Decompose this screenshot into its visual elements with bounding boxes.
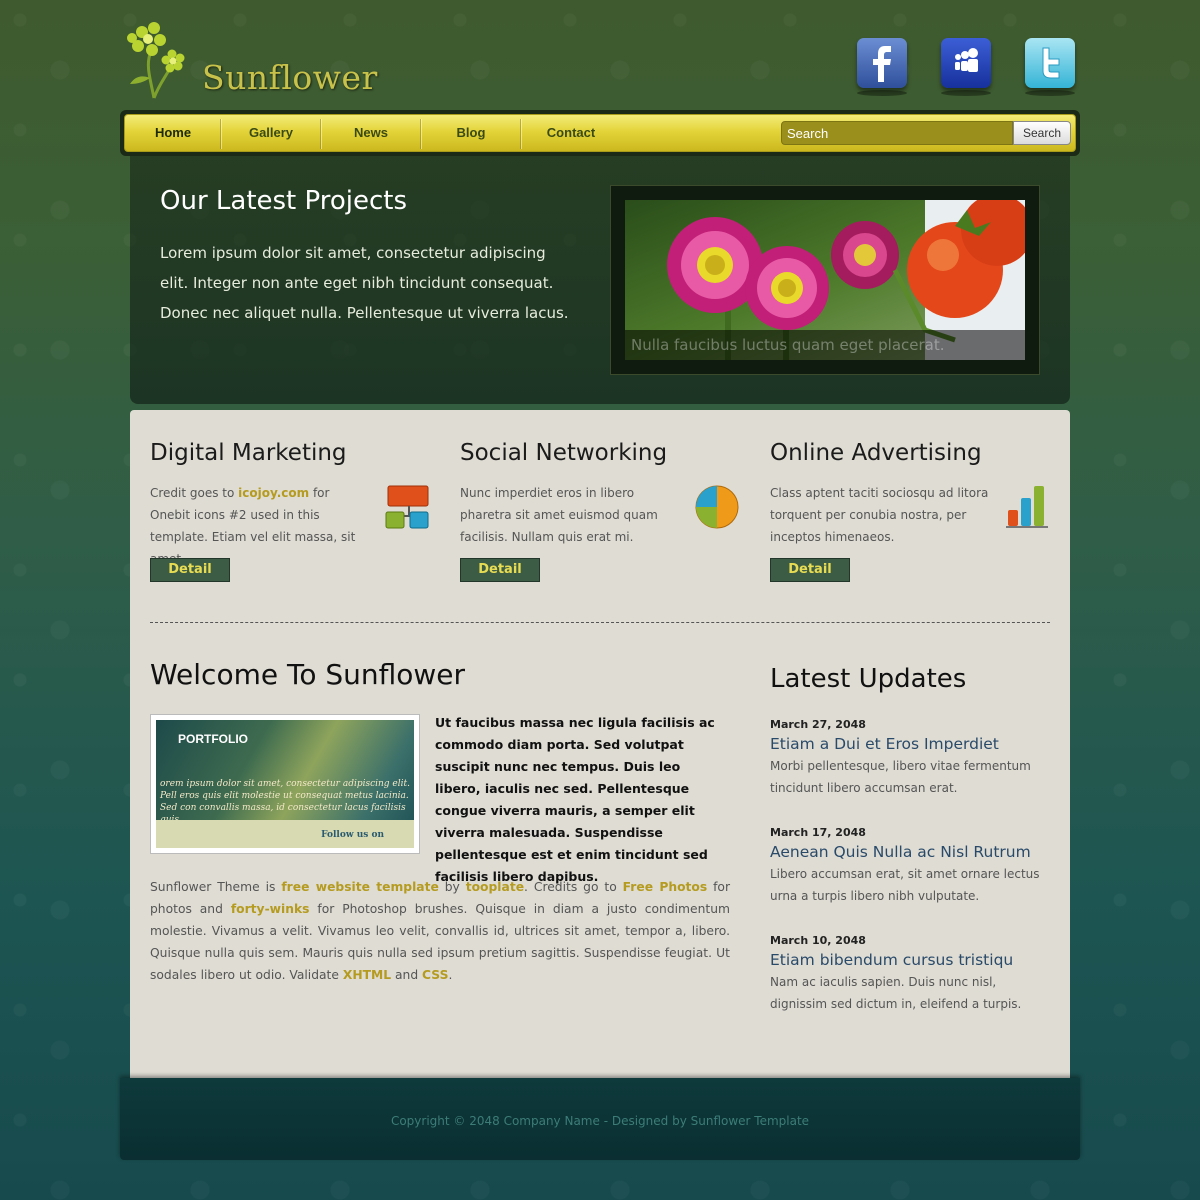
service-text: Nunc imperdiet eros in libero pharetra s… (460, 486, 658, 544)
update-date: March 10, 2048 (770, 934, 866, 947)
update-date: March 17, 2048 (770, 826, 866, 839)
service-text: Credit goes to icojoy.com for Onebit ico… (150, 486, 356, 566)
main-navigation: Home Gallery News Blog Contact Search (120, 110, 1080, 156)
portfolio-title: PORTFOLIO (178, 732, 248, 746)
hero-caption: Nulla faucibus luctus quam eget placerat… (625, 330, 1025, 360)
update-headline-link[interactable]: Aenean Quis Nulla ac Nisl Rutrum (770, 843, 1050, 861)
hero-title: Our Latest Projects (160, 186, 408, 216)
portfolio-follow-text: Follow us on (321, 830, 384, 840)
myspace-icon (955, 48, 978, 72)
site-footer: Copyright © 2048 Company Name - Designed… (120, 1078, 1080, 1160)
hero-text: Lorem ipsum dolor sit amet, consectetur … (160, 244, 569, 322)
service-digital-marketing: Digital Marketing Credit goes to icojoy.… (150, 440, 440, 590)
service-title: Social Networking (460, 440, 668, 466)
detail-button[interactable]: Detail (460, 558, 540, 582)
update-summary: Nam ac iaculis sapien. Duis nunc nisl, d… (770, 975, 1022, 1011)
service-social-networking: Social Networking Nunc imperdiet eros in… (460, 440, 750, 590)
nav-item-contact[interactable]: Contact (521, 115, 621, 151)
tooplate-link[interactable]: tooplate (466, 880, 524, 894)
update-date: March 27, 2048 (770, 718, 866, 731)
free-website-template-link[interactable]: free website template (281, 880, 438, 894)
main-content: Digital Marketing Credit goes to icojoy.… (130, 410, 1070, 1082)
twitter-link[interactable] (1025, 38, 1077, 96)
search-button[interactable]: Search (1013, 121, 1071, 145)
update-item: March 27, 2048 Etiam a Dui et Eros Imper… (770, 718, 1050, 799)
css-link[interactable]: CSS (422, 968, 448, 982)
service-text: Class aptent taciti sociosqu ad litora t… (770, 486, 989, 544)
hero-slideshow[interactable]: Nulla faucibus luctus quam eget placerat… (610, 185, 1040, 375)
update-summary: Morbi pellentesque, libero vitae ferment… (770, 759, 1031, 795)
detail-button[interactable]: Detail (150, 558, 230, 582)
bar-chart-icon (1006, 486, 1048, 528)
update-item: March 10, 2048 Etiam bibendum cursus tri… (770, 934, 1050, 1015)
free-photos-link[interactable]: Free Photos (623, 880, 708, 894)
nav-item-home[interactable]: Home (125, 115, 221, 151)
nav-item-news[interactable]: News (321, 115, 421, 151)
welcome-intro: Ut faucibus massa nec ligula facilisis a… (435, 715, 715, 884)
sunflower-logo-icon (127, 22, 185, 99)
portfolio-lorem: orem ipsum dolor sit amet, consectetur a… (160, 779, 410, 825)
nav-bar: Home Gallery News Blog Contact Search (124, 114, 1076, 152)
update-item: March 17, 2048 Aenean Quis Nulla ac Nisl… (770, 826, 1050, 907)
service-title: Online Advertising (770, 440, 982, 466)
section-divider (150, 622, 1050, 623)
service-title: Digital Marketing (150, 440, 347, 466)
detail-button[interactable]: Detail (770, 558, 850, 582)
pie-chart-icon (695, 485, 739, 529)
hero-section: Our Latest Projects Lorem ipsum dolor si… (130, 156, 1070, 404)
service-online-advertising: Online Advertising Class aptent taciti s… (770, 440, 1060, 590)
forty-winks-link[interactable]: forty-winks (231, 902, 310, 916)
search-input[interactable] (781, 121, 1013, 145)
site-title: Sunflower (202, 58, 378, 97)
update-headline-link[interactable]: Etiam a Dui et Eros Imperdiet (770, 735, 1050, 753)
icojoy-link[interactable]: icojoy.com (238, 486, 309, 500)
facebook-link[interactable] (857, 38, 909, 96)
nav-item-gallery[interactable]: Gallery (221, 115, 321, 151)
page-wrapper: Sunflower Home Gallery News Blog Contact… (120, 0, 1080, 1200)
hero-image: Nulla faucibus luctus quam eget placerat… (625, 200, 1025, 360)
latest-updates-title: Latest Updates (770, 664, 967, 694)
nav-item-blog[interactable]: Blog (421, 115, 521, 151)
myspace-link[interactable] (941, 38, 993, 96)
xhtml-link[interactable]: XHTML (343, 968, 391, 982)
welcome-paragraph: Sunflower Theme is free website template… (150, 880, 731, 982)
copyright-text: Copyright © 2048 Company Name - Designed… (390, 1114, 810, 1128)
update-headline-link[interactable]: Etiam bibendum cursus tristiqu (770, 951, 1050, 969)
facebook-icon (873, 46, 891, 82)
update-summary: Libero accumsan erat, sit amet ornare le… (770, 867, 1040, 903)
welcome-title: Welcome To Sunflower (150, 658, 466, 691)
portfolio-thumbnail[interactable]: PORTFOLIO orem ipsum dolor sit amet, con… (150, 714, 420, 854)
sitemap-icon (385, 485, 429, 529)
twitter-icon (1042, 47, 1060, 79)
